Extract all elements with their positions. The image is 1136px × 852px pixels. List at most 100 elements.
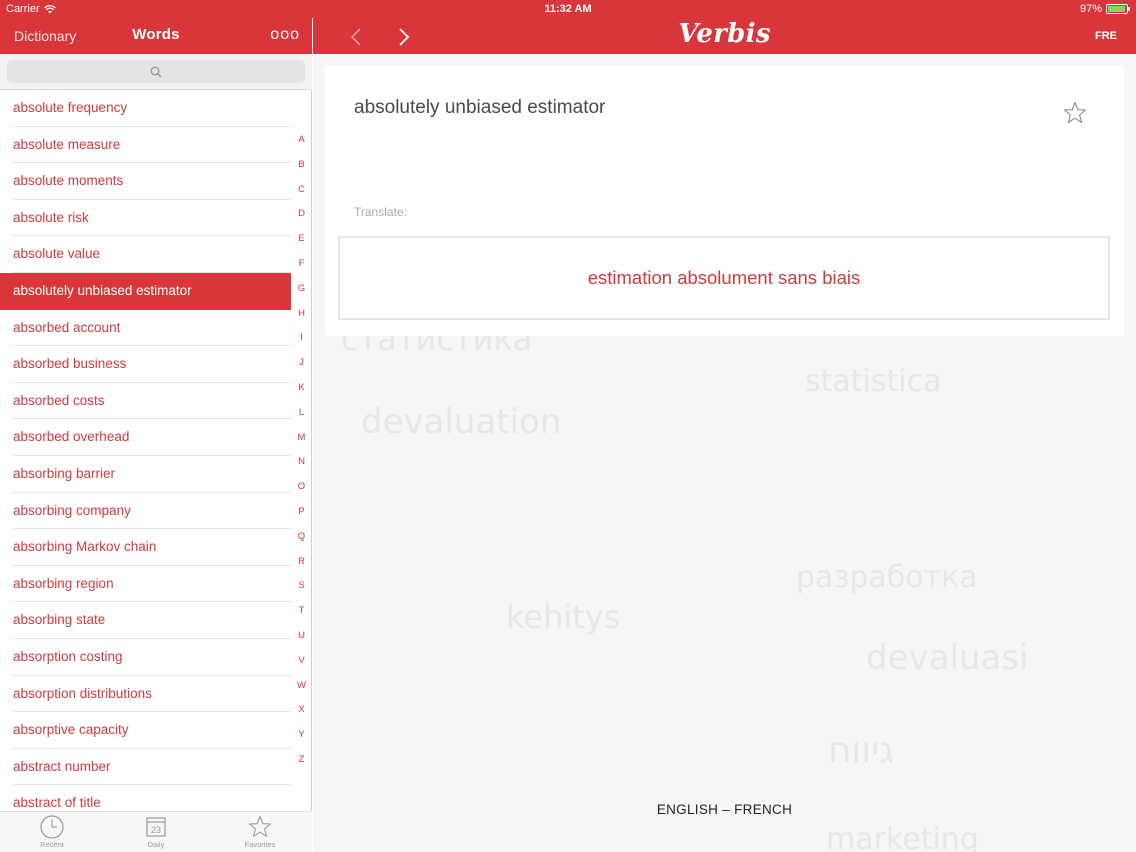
bg-word: גיווח [828,730,895,771]
tab-daily-label: Daily [147,840,165,849]
bg-word: devaluasi [866,638,1029,678]
word-list-item-label: absorption costing [13,648,123,664]
bg-word: statistica [805,364,942,399]
more-options-button[interactable]: ooo [270,26,300,44]
word-list-item[interactable]: absorbing Markov chain [0,529,291,566]
calendar-day: 23 [151,825,161,835]
alphabet-index-letter[interactable]: Q [291,525,312,550]
alphabet-index-letter[interactable]: M [291,426,312,451]
alphabet-index-letter[interactable]: D [291,202,312,227]
left-nav-bar: Dictionary Words ooo [0,18,312,54]
word-list-item-label: absorbed account [13,319,121,335]
word-list-item[interactable]: absorbing state [0,602,291,639]
alphabet-index-letter[interactable]: K [291,376,312,401]
entry-term: absolutely unbiased estimator [354,97,606,118]
tab-favorites[interactable]: Favorites [230,814,290,849]
word-list-item[interactable]: abstract of title [0,785,291,811]
alphabet-index-letter[interactable]: J [291,351,312,376]
bg-word: разработка [796,560,978,595]
tab-recent[interactable]: Recent [22,814,82,849]
word-list-item[interactable]: abstract number [0,749,291,786]
word-list-item[interactable]: absorbing company [0,493,291,530]
word-list-item-label: absorbing Markov chain [13,539,157,555]
word-list-item-label: absolutely unbiased estimator [13,282,192,298]
word-list-item[interactable]: absorbing region [0,566,291,603]
word-list-item-label: absorbed costs [13,392,105,408]
word-list-item[interactable]: absorptive capacity [0,712,291,749]
favorite-star-icon[interactable] [1062,100,1088,126]
alphabet-index-letter[interactable]: L [291,401,312,426]
word-list-item[interactable]: absolute measure [0,127,291,164]
alphabet-index-letter[interactable]: G [291,277,312,302]
word-list-item[interactable]: absorbing barrier [0,456,291,493]
calendar-icon: 23 [146,817,166,837]
word-list-item[interactable]: absorbed overhead [0,419,291,456]
alphabet-index-letter[interactable]: R [291,550,312,575]
word-list-item-label: absolute risk [13,209,89,225]
alphabet-index-letter[interactable]: Y [291,723,312,748]
word-list-item[interactable]: absolute moments [0,163,291,200]
alphabet-index-letter[interactable]: U [291,624,312,649]
word-list-item-label: absorbing state [13,612,106,628]
translation-card: absolutely unbiased estimator Translate:… [325,66,1124,336]
word-list-item-label: absorbing company [13,502,131,518]
language-pair-label: ENGLISH – FRENCH [656,802,793,817]
alphabet-index-letter[interactable]: H [291,302,312,327]
translation-box[interactable]: estimation absolument sans biais [338,236,1110,320]
alphabet-index-letter[interactable]: X [291,698,312,723]
alphabet-index-letter[interactable]: O [291,475,312,500]
bg-word: marketing [826,822,979,852]
alphabet-index-letter[interactable]: I [291,326,312,351]
alphabet-index-letter[interactable]: V [291,649,312,674]
word-list-item[interactable]: absolute frequency [0,90,291,127]
word-list-item[interactable]: absorbed business [0,346,291,383]
alphabet-index-letter[interactable]: T [291,599,312,624]
word-list-item-label: absolute moments [13,173,124,189]
alphabet-index-letter[interactable]: A [291,128,312,153]
alphabet-index-letter[interactable]: F [291,252,312,277]
battery-icon [1106,4,1130,14]
word-list-item[interactable]: absorption distributions [0,676,291,713]
language-code-button[interactable]: FRE [1095,30,1117,42]
word-list-item[interactable]: absolute value [0,236,291,273]
word-list-item-label: absolute measure [13,136,121,152]
word-list-item-label: abstract of title [13,795,101,811]
tab-daily[interactable]: 23 Daily [126,814,186,849]
word-list-item-label: absorbed overhead [13,429,130,445]
word-list-item[interactable]: absolutely unbiased estimator [0,272,291,310]
word-list: absolute frequency absolute measure absolu… [0,90,291,811]
detail-panel: Verbis FRE статистика statistica devalua… [313,0,1136,852]
alphabet-index-letter[interactable]: S [291,574,312,599]
alphabet-index-letter[interactable]: Z [291,748,312,773]
word-list-item-label: absolute frequency [13,100,128,115]
alphabet-index-letter[interactable]: P [291,500,312,525]
word-list-item-label: absorptive capacity [13,722,129,738]
word-list-item[interactable]: absorbed account [0,310,291,347]
word-list-item[interactable]: absorption costing [0,639,291,676]
app-logo: Verbis [678,19,771,49]
bg-word: kehitys [506,598,621,636]
clock-icon [40,815,64,839]
translation-text: estimation absolument sans biais [587,267,861,288]
tab-bar: Recent 23 Daily Favorites [0,811,312,852]
status-bar: Carrier 11:32 AM 97% [0,0,1136,18]
search-input[interactable] [7,60,305,83]
alphabet-index-letter[interactable]: B [291,153,312,178]
alphabet-index[interactable]: ABCDEFGHIJKLMNOPQRSTUVWXYZ [291,128,312,773]
bg-word: devaluation [361,402,562,442]
word-list-item-label: absorbing region [13,575,114,591]
word-list-item-label: absorption distributions [13,685,152,701]
alphabet-index-letter[interactable]: C [291,178,312,203]
words-title: Words [132,26,180,43]
alphabet-index-letter[interactable]: N [291,450,312,475]
word-list-panel: Dictionary Words ooo absolute frequency a… [0,0,312,852]
battery-percent: 97% [1079,3,1102,15]
word-list-item[interactable]: absolute risk [0,200,291,237]
word-list-item-label: absorbing barrier [13,465,116,481]
alphabet-index-letter[interactable]: W [291,674,312,699]
alphabet-index-letter[interactable]: E [291,227,312,252]
word-list-item-label: absolute value [13,246,101,262]
tab-recent-label: Recent [40,840,64,849]
translate-label: Translate: [354,205,407,219]
word-list-item[interactable]: absorbed costs [0,383,291,420]
